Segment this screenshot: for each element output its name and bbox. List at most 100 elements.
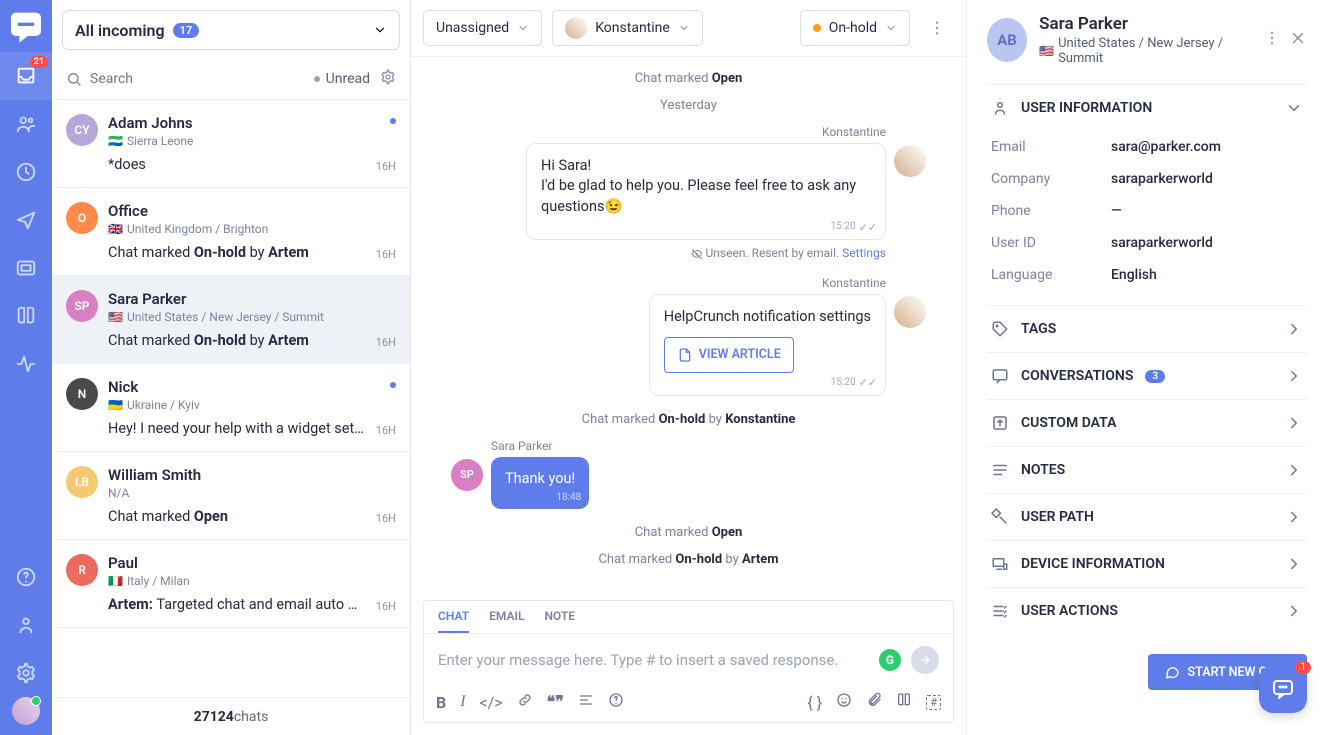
search-input[interactable] bbox=[90, 71, 304, 87]
quote-button[interactable]: ❝❞ bbox=[547, 692, 564, 712]
list-settings-button[interactable] bbox=[380, 69, 396, 89]
user-header: AB Sara Parker 🇺🇸United States / New Jer… bbox=[987, 14, 1307, 66]
nav-knowledge[interactable] bbox=[0, 292, 52, 340]
link-button[interactable] bbox=[517, 692, 533, 712]
conversation-name: Nick bbox=[108, 378, 366, 396]
send-icon bbox=[918, 653, 932, 667]
avatar-icon: R bbox=[66, 554, 98, 586]
panel-more-button[interactable] bbox=[1263, 29, 1281, 51]
message-bubble: Thank you! 18:48 bbox=[491, 457, 589, 509]
conversation-list: CYAdam Johns🇸🇱Sierra Leone*does16HOOffic… bbox=[52, 100, 410, 697]
tag-icon bbox=[991, 320, 1009, 338]
composer-input[interactable]: Enter your message here. Type # to inser… bbox=[438, 651, 879, 669]
me-avatar[interactable] bbox=[12, 697, 40, 725]
user-name: Sara Parker bbox=[1039, 14, 1251, 34]
agent-dropdown[interactable]: Konstantine bbox=[552, 10, 703, 46]
date-separator: Yesterday bbox=[451, 98, 926, 113]
tab-chat[interactable]: CHAT bbox=[438, 609, 469, 633]
chevron-right-icon bbox=[1285, 461, 1303, 479]
section-user-information[interactable]: USER INFORMATION bbox=[987, 85, 1307, 131]
assignee-dropdown[interactable]: Unassigned bbox=[423, 10, 542, 46]
message-sender: Konstantine bbox=[649, 276, 886, 290]
unseen-notice: Unseen. Resent by email. Settings bbox=[526, 246, 886, 260]
chat-icon bbox=[1164, 664, 1180, 680]
kb-button[interactable] bbox=[896, 692, 912, 712]
conversation-time: 16H bbox=[376, 336, 396, 349]
conversation-time: 16H bbox=[376, 512, 396, 525]
section-user-path[interactable]: USER PATH bbox=[987, 494, 1307, 540]
align-button[interactable] bbox=[578, 692, 594, 712]
chat-header: Unassigned Konstantine On-hold bbox=[411, 0, 966, 57]
emoji-button[interactable] bbox=[836, 692, 852, 712]
section-conversations[interactable]: CONVERSATIONS3 bbox=[987, 353, 1307, 399]
conversation-item[interactable]: OOffice🇬🇧United Kingdom / BrightonChat m… bbox=[52, 188, 410, 276]
filter-dropdown[interactable]: All incoming 17 bbox=[62, 10, 400, 50]
bold-button[interactable]: B bbox=[436, 693, 446, 712]
code-button[interactable]: </> bbox=[480, 693, 503, 712]
nav-activity[interactable] bbox=[0, 340, 52, 388]
user-avatar-icon: AB bbox=[987, 18, 1027, 62]
message-row: Konstantine HelpCrunch notification sett… bbox=[451, 276, 926, 396]
section-user-actions[interactable]: USER ACTIONS bbox=[987, 588, 1307, 634]
section-tags[interactable]: TAGS bbox=[987, 306, 1307, 352]
more-vertical-icon bbox=[1263, 29, 1281, 47]
conversation-item[interactable]: RPaul🇮🇹Italy / MilanArtem: Targeted chat… bbox=[52, 540, 410, 628]
close-panel-button[interactable] bbox=[1289, 29, 1307, 51]
nav-send[interactable] bbox=[0, 196, 52, 244]
nav-contacts[interactable] bbox=[0, 100, 52, 148]
send-button[interactable] bbox=[911, 646, 939, 674]
conversation-item[interactable]: CYAdam Johns🇸🇱Sierra Leone*does16H bbox=[52, 100, 410, 188]
tab-email[interactable]: EMAIL bbox=[489, 609, 524, 633]
italic-button[interactable]: I bbox=[460, 693, 465, 711]
grammarly-icon[interactable]: G bbox=[879, 649, 901, 671]
conversation-panel: All incoming 17 Unread CYAdam Johns🇸🇱Sie… bbox=[52, 0, 411, 735]
nav-help[interactable] bbox=[0, 553, 52, 601]
eye-off-icon bbox=[691, 248, 703, 260]
composer: CHAT EMAIL NOTE Enter your message here.… bbox=[423, 600, 954, 723]
app-logo-icon bbox=[6, 6, 46, 46]
nav-inbox[interactable]: 21 bbox=[0, 52, 52, 100]
conversation-name: Office bbox=[108, 202, 366, 220]
view-article-button[interactable]: VIEW ARTICLE bbox=[664, 337, 794, 373]
conversation-sub: N/A bbox=[108, 486, 366, 500]
status-dropdown[interactable]: On-hold bbox=[800, 10, 910, 46]
actions-icon bbox=[991, 602, 1009, 620]
conversation-time: 16H bbox=[376, 248, 396, 261]
settings-link[interactable]: Settings bbox=[842, 246, 886, 260]
chat-icon bbox=[991, 367, 1009, 385]
dot-icon bbox=[314, 76, 320, 82]
nav-settings[interactable] bbox=[0, 649, 52, 697]
unread-filter[interactable]: Unread bbox=[314, 71, 370, 87]
system-line: Chat marked Open bbox=[451, 525, 926, 540]
conversation-item[interactable]: SPSara Parker🇺🇸United States / New Jerse… bbox=[52, 276, 410, 364]
user-location: 🇺🇸United States / New Jersey / Summit bbox=[1039, 36, 1251, 66]
composer-tabs: CHAT EMAIL NOTE bbox=[424, 601, 953, 634]
document-icon bbox=[677, 347, 693, 363]
user-info-fields: Emailsara@parker.com Companysaraparkerwo… bbox=[987, 131, 1307, 305]
help-button[interactable] bbox=[608, 692, 624, 712]
nav-history[interactable] bbox=[0, 148, 52, 196]
variables-button[interactable]: { } bbox=[807, 693, 822, 712]
conversation-time: 16H bbox=[376, 424, 396, 437]
section-device[interactable]: DEVICE INFORMATION bbox=[987, 541, 1307, 587]
conversation-preview: Hey! I need your help with a widget set … bbox=[108, 420, 366, 437]
conversation-item[interactable]: NNick🇺🇦Ukraine / KyivHey! I need your he… bbox=[52, 364, 410, 452]
conversation-time: 16H bbox=[376, 160, 396, 173]
nav-popup[interactable] bbox=[0, 244, 52, 292]
widget-fab[interactable]: 1 bbox=[1259, 665, 1307, 713]
chat-more-button[interactable] bbox=[920, 11, 954, 45]
section-notes[interactable]: NOTES bbox=[987, 447, 1307, 493]
nav-team[interactable] bbox=[0, 601, 52, 649]
saved-button[interactable]: # bbox=[926, 695, 941, 710]
section-custom-data[interactable]: CUSTOM DATA bbox=[987, 400, 1307, 446]
avatar-icon: CY bbox=[66, 114, 98, 146]
tab-note[interactable]: NOTE bbox=[544, 609, 575, 633]
agent-avatar-icon bbox=[894, 145, 926, 177]
attachment-button[interactable] bbox=[866, 692, 882, 712]
conversation-item[interactable]: LBWilliam SmithN/AChat marked Open16H bbox=[52, 452, 410, 540]
system-line: Chat marked Open bbox=[451, 71, 926, 86]
conversation-name: William Smith bbox=[108, 466, 366, 484]
filter-badge: 17 bbox=[173, 23, 200, 38]
filter-label: All incoming bbox=[75, 21, 165, 40]
system-line: Chat marked On-hold by Konstantine bbox=[451, 412, 926, 427]
